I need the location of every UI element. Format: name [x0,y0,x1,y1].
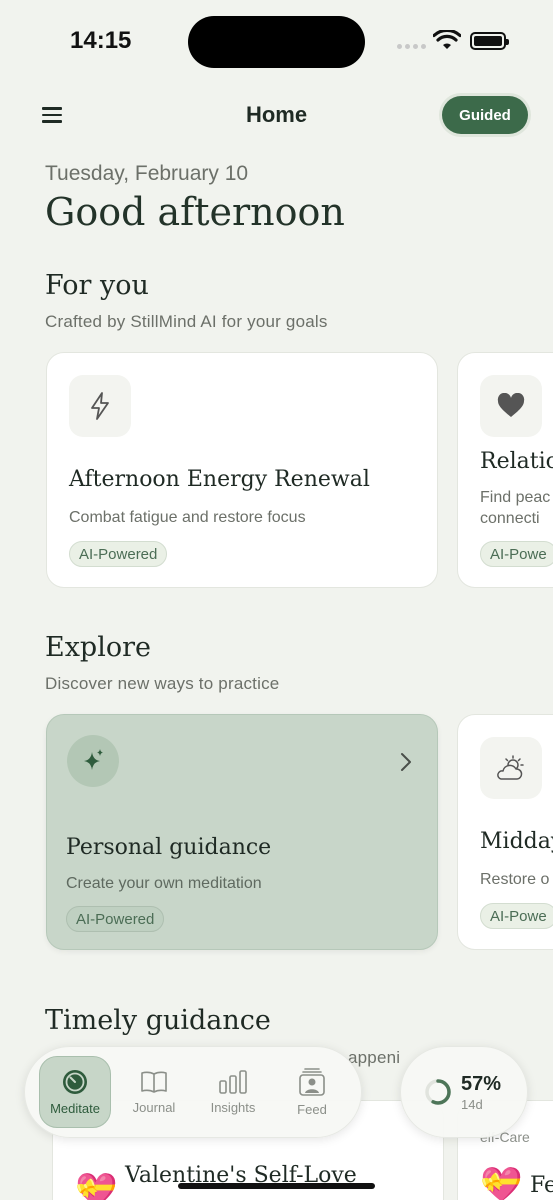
heart-emoji-icon: 💝 [75,1172,118,1200]
explore-card[interactable]: Midday Restore o AI-Powe [457,714,553,950]
card-subtitle: Combat fatigue and restore focus [69,509,306,526]
sparkle-icon [67,735,119,787]
bar-chart-icon [219,1070,247,1094]
explore-title: Explore [45,632,151,663]
ai-powered-badge: AI-Powered [66,906,165,932]
heart-emoji-icon: 💝 [480,1166,523,1200]
date-label: Tuesday, February 10 [45,162,249,185]
ai-powered-badge: AI-Powe [480,903,553,929]
timer-icon [63,1070,87,1094]
for-you-subtitle: Crafted by StillMind AI for your goals [45,312,328,331]
home-indicator [178,1183,375,1189]
progress-percent: 57% [461,1073,502,1095]
book-icon [141,1071,167,1093]
tab-meditate[interactable]: Meditate [39,1056,111,1128]
for-you-title: For you [45,270,149,301]
recommendation-card[interactable]: Afternoon Energy Renewal Combat fatigue … [46,352,438,588]
sun-cloud-icon [480,737,542,799]
progress-ring-icon [425,1079,451,1105]
tab-label: Feed [297,1102,327,1117]
tab-feed[interactable]: Feed [276,1056,348,1128]
status-bar: 14:15 [0,0,553,84]
progress-days: 14d [461,1097,483,1112]
card-title: Fe [530,1173,553,1198]
tab-label: Journal [132,1100,176,1115]
card-title: Relatio [480,449,553,474]
chevron-right-icon [401,753,411,771]
tab-bar: Meditate Journal Insights Feed [24,1046,362,1138]
tab-insights[interactable]: Insights [197,1056,269,1128]
recommendation-card[interactable]: Relatio Find peac connecti AI-Powe [457,352,553,588]
card-title: Midday [480,829,553,854]
status-time: 14:15 [70,27,132,54]
timely-guidance-title: Timely guidance [45,1005,271,1036]
card-title: Afternoon Energy Renewal [69,467,370,492]
lightning-icon [69,375,131,437]
tab-label: Insights [210,1100,256,1115]
wifi-icon [433,30,461,49]
greeting-heading: Good afternoon [45,190,345,234]
card-subtitle-line-1: Find peac [480,489,551,506]
cellular-signal-icon [397,44,426,49]
card-subtitle: Restore o [480,871,550,888]
battery-icon [470,32,509,50]
card-subtitle: Create your own meditation [66,875,262,892]
ai-powered-badge: AI-Powe [480,541,553,567]
portrait-icon [299,1068,325,1096]
progress-widget[interactable]: 57% 14d [400,1046,528,1138]
tab-journal[interactable]: Journal [118,1056,190,1128]
personal-guidance-card[interactable]: Personal guidance Create your own medita… [46,714,438,950]
guided-button[interactable]: Guided [442,96,528,134]
dynamic-island [188,16,365,68]
explore-subtitle: Discover new ways to practice [45,674,280,693]
card-title: Personal guidance [66,835,272,860]
timely-guidance-subtitle: appeni [348,1048,401,1067]
heart-icon [480,375,542,437]
tab-label: Meditate [50,1101,100,1116]
ai-powered-badge: AI-Powered [69,541,168,567]
card-subtitle-line-2: connecti [480,510,540,527]
